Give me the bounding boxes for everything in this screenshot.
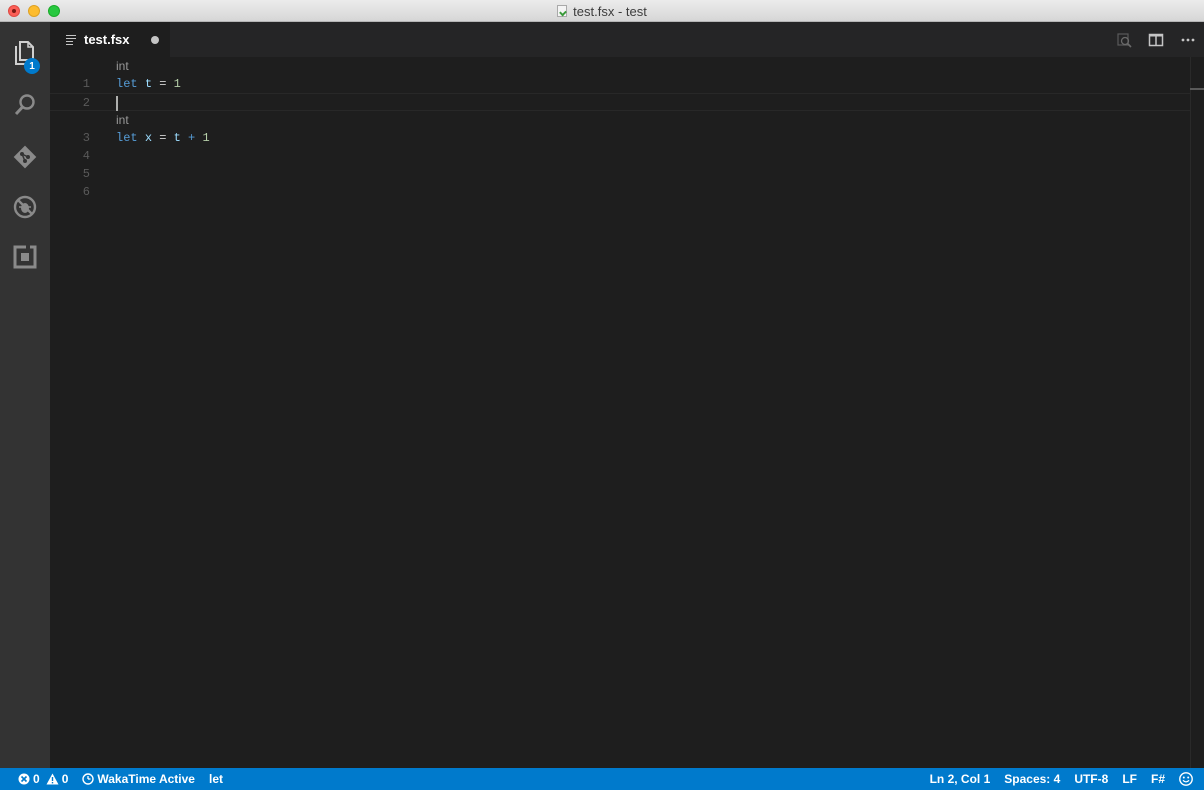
warning-count: 0 (61, 772, 69, 786)
debug-icon (13, 195, 37, 219)
line-number: 3 (82, 131, 90, 145)
code-line-current[interactable]: 2 (50, 93, 1190, 111)
window-title-area: test.fsx - test (0, 0, 1204, 22)
line-number: 4 (82, 149, 90, 163)
warning-icon (46, 773, 59, 785)
line-number: 1 (82, 77, 90, 91)
line-code: let x = t + 1 (116, 129, 210, 147)
indentation-setting[interactable]: Spaces: 4 (1004, 768, 1060, 790)
problems-indicator[interactable]: 0 0 (18, 768, 68, 790)
activity-explorer[interactable]: 1 (0, 28, 50, 78)
explorer-badge: 1 (24, 58, 40, 74)
encoding-label: UTF-8 (1074, 772, 1109, 786)
line-number: 6 (82, 185, 90, 199)
code-token-num: 1 (173, 77, 181, 91)
code-token-kw: let (116, 77, 138, 91)
code-line[interactable]: 5 (50, 165, 1190, 183)
cursor-position-label: Ln 2, Col 1 (929, 772, 991, 786)
symbol-indicator[interactable]: let (209, 768, 223, 790)
code-token-op: = (152, 77, 174, 91)
activity-git[interactable] (0, 132, 50, 182)
cursor-position[interactable]: Ln 2, Col 1 (930, 768, 991, 790)
code-token-kw: let (116, 131, 138, 145)
code-token-ident: x (144, 131, 153, 145)
code-token-ident: t (144, 77, 153, 91)
wakatime-label: WakaTime Active (97, 772, 195, 786)
code-token-num: 1 (202, 131, 210, 145)
tab-strip: test.fsx (50, 22, 1204, 57)
tab-label: test.fsx (84, 32, 130, 47)
text-cursor (116, 96, 118, 111)
fsharp-file-icon (557, 5, 568, 17)
codelens-type-hint[interactable]: int (116, 57, 129, 75)
code-line[interactable]: 1 let t = 1 (50, 75, 1190, 93)
activity-search[interactable] (0, 80, 50, 130)
window-title: test.fsx - test (573, 3, 647, 19)
line-number: 5 (82, 167, 90, 181)
indentation-label: Spaces: 4 (1004, 772, 1061, 786)
code-line[interactable]: 3 let x = t + 1 (50, 129, 1190, 147)
more-actions-button[interactable] (1172, 22, 1204, 57)
symbol-label: let (208, 772, 223, 786)
line-number: 2 (82, 96, 90, 110)
code-token-op: = (152, 131, 174, 145)
error-count: 0 (33, 772, 40, 786)
code-token-ident: t (173, 131, 181, 145)
unsaved-dot-icon[interactable] (151, 36, 159, 44)
cursor-position-marker (1190, 88, 1204, 90)
ellipsis-icon (1181, 38, 1195, 41)
split-editor-button[interactable] (1140, 22, 1172, 57)
wakatime-status[interactable]: WakaTime Active (82, 768, 195, 790)
title-bar: test.fsx - test (0, 0, 1204, 22)
clock-icon (82, 773, 95, 785)
extensions-icon (13, 245, 37, 269)
activity-extensions[interactable] (0, 232, 50, 282)
split-editor-icon (1148, 33, 1164, 46)
editor-actions (1108, 22, 1204, 57)
code-editor[interactable]: int 1 let t = 1 2 int 3 let x = t + 1 4 … (50, 57, 1204, 768)
open-changes-icon (1117, 32, 1132, 48)
code-line[interactable]: 6 (50, 183, 1190, 201)
encoding-setting[interactable]: UTF-8 (1074, 768, 1108, 790)
activity-debug[interactable] (0, 182, 50, 232)
feedback-button[interactable] (1179, 768, 1196, 790)
eol-setting[interactable]: LF (1122, 768, 1137, 790)
tab-test-fsx[interactable]: test.fsx (50, 22, 170, 57)
file-lines-icon (66, 34, 78, 45)
open-changes-button[interactable] (1108, 22, 1140, 57)
eol-label: LF (1122, 772, 1137, 786)
language-mode[interactable]: F# (1151, 768, 1165, 790)
code-line[interactable]: 4 (50, 147, 1190, 165)
error-icon (18, 773, 30, 785)
code-token-op (138, 131, 145, 145)
line-code: let t = 1 (116, 75, 181, 93)
activity-bar: 1 (0, 22, 50, 768)
code-token-op (181, 131, 188, 145)
code-token-op (138, 77, 145, 91)
git-icon (13, 145, 37, 169)
language-label: F# (1150, 772, 1165, 786)
search-icon (14, 94, 35, 116)
codelens-type-hint[interactable]: int (116, 111, 129, 129)
status-bar: 0 0 WakaTime Active let Ln 2, Col 1 Spac… (0, 768, 1204, 790)
smiley-icon (1179, 772, 1193, 786)
vertical-scrollbar[interactable] (1190, 57, 1204, 768)
